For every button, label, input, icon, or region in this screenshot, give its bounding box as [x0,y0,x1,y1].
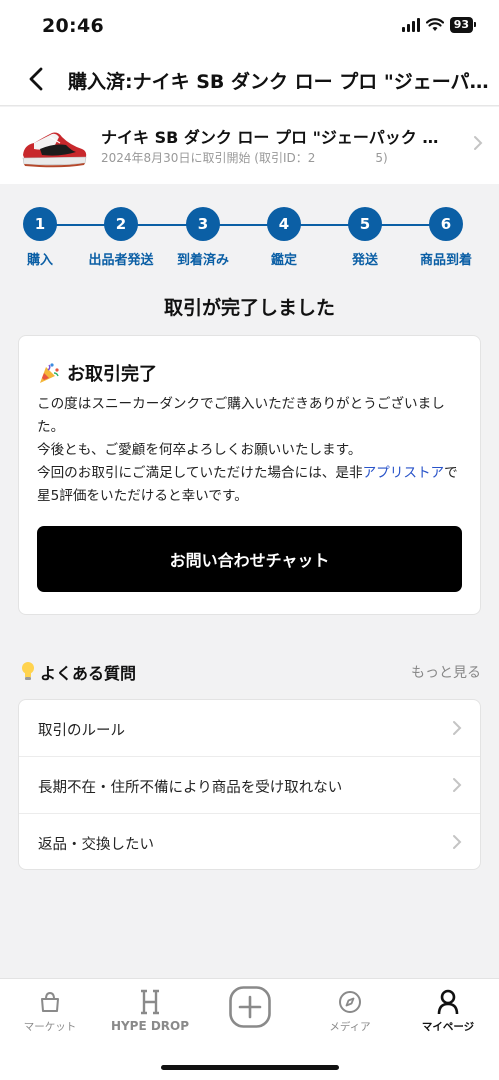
step-seller-shipped: 2 出品者発送 [76,207,166,268]
card-header: お取引完了 [37,360,157,386]
signal-icon [401,18,420,32]
card-message: この度はスニーカーダンクでご購入いただきありがとうございました。 今後とも、ご愛… [37,393,465,508]
faq-title: よくある質問 [40,664,137,683]
battery-indicator: 93 [449,17,477,33]
message-line-2: 今後とも、ご愛顧を何卒よろしくお願いいたします。 [37,442,362,458]
sneaker-thumbnail [22,132,87,168]
card-title: お取引完了 [67,364,157,385]
status-bar: 20:46 93 [0,0,499,54]
completion-card: お取引完了 この度はスニーカーダンクでご購入いただきありがとうございました。 今… [18,335,481,615]
step-number: 2 [104,207,138,241]
faq-list: 取引のルール 長期不在・住所不備により商品を受け取れない 返品・交換したい [18,699,481,870]
tab-media[interactable]: メディア [305,989,395,1034]
transaction-meta: 2024年8月30日に取引開始 (取引ID：2 5) [101,151,388,165]
step-label: 購入 [26,253,53,268]
faq-item-label: 返品・交換したい [38,837,154,853]
step-label: 出品者発送 [88,253,154,268]
step-label: 発送 [351,253,378,268]
party-popper-icon [40,363,59,383]
step-number: 3 [186,207,220,241]
faq-item-label: 長期不在・住所不備により商品を受け取れない [38,780,343,796]
step-label: 鑑定 [270,253,297,268]
tab-label: メディア [329,1021,371,1033]
faq-item-returns[interactable]: 返品・交換したい [19,814,480,869]
product-name: ナイキ SB ダンク ロー プロ "ジェーパック シカゴ" [101,128,453,147]
step-arrived: 3 到着済み [158,207,248,268]
see-more-link[interactable]: もっと見る [411,662,481,682]
status-time: 20:46 [42,15,104,37]
faq-item-label: 取引のルール [38,723,125,739]
tab-hype-drop[interactable]: HYPE DROP [105,989,195,1033]
chevron-right-icon [474,136,483,150]
step-number: 4 [267,207,301,241]
status-icons: 93 [401,17,477,33]
product-row[interactable]: ナイキ SB ダンク ロー プロ "ジェーパック シカゴ" 2024年8月30日… [0,107,499,184]
message-line-1: この度はスニーカーダンクでご購入いただきありがとうございました。 [37,396,445,435]
chevron-right-icon [453,835,462,849]
back-arrow-icon[interactable] [22,64,52,94]
step-purchase: 1 購入 [0,207,85,268]
message-line-3-pre: 今回のお取引にご満足していただけた場合には、是非 [37,465,363,481]
tab-label: HYPE DROP [110,1019,190,1033]
home-indicator [161,1065,339,1070]
lightbulb-icon [22,662,34,680]
step-authentication: 4 鑑定 [239,207,329,268]
chevron-right-icon [453,778,462,792]
tab-label: マイページ [421,1021,475,1033]
step-label: 商品到着 [419,253,472,268]
chevron-right-icon [453,721,462,735]
app-store-link[interactable]: アプリストア [363,465,445,481]
person-icon [437,989,459,1015]
step-number: 6 [429,207,463,241]
tab-label: マーケット [23,1021,77,1033]
page-title: 購入済:ナイキ SB ダンク ロー プロ "ジェーパック シカゴ" [68,71,490,93]
tab-market[interactable]: マーケット [5,989,95,1034]
message-line-3: 今回のお取引にご満足していただけた場合には、是非アプリストアで星5評価をいただけ… [37,462,465,508]
status-heading: 取引が完了しました [163,297,335,319]
tab-my-page[interactable]: マイページ [403,989,493,1034]
compass-icon [339,991,361,1013]
plus-icon[interactable] [229,986,271,1028]
faq-header: よくある質問 もっと見る [20,660,481,683]
transaction-progress: 1 購入 2 出品者発送 3 到着済み 4 鑑定 5 発送 6 商品到着 [0,207,499,277]
wifi-icon [425,18,444,31]
faq-item-rules[interactable]: 取引のルール [19,700,480,757]
faq-item-absence[interactable]: 長期不在・住所不備により商品を受け取れない [19,757,480,814]
step-shipped: 5 発送 [320,207,410,268]
step-number: 1 [23,207,57,241]
hype-h-icon [141,989,159,1015]
step-label: 到着済み [176,253,229,268]
contact-chat-button[interactable]: お問い合わせチャット [37,526,462,592]
bag-icon [41,991,59,1012]
nav-bar: 購入済:ナイキ SB ダンク ロー プロ "ジェーパック シカゴ" [0,54,499,106]
step-delivered: 6 商品到着 [401,207,491,268]
step-number: 5 [348,207,382,241]
